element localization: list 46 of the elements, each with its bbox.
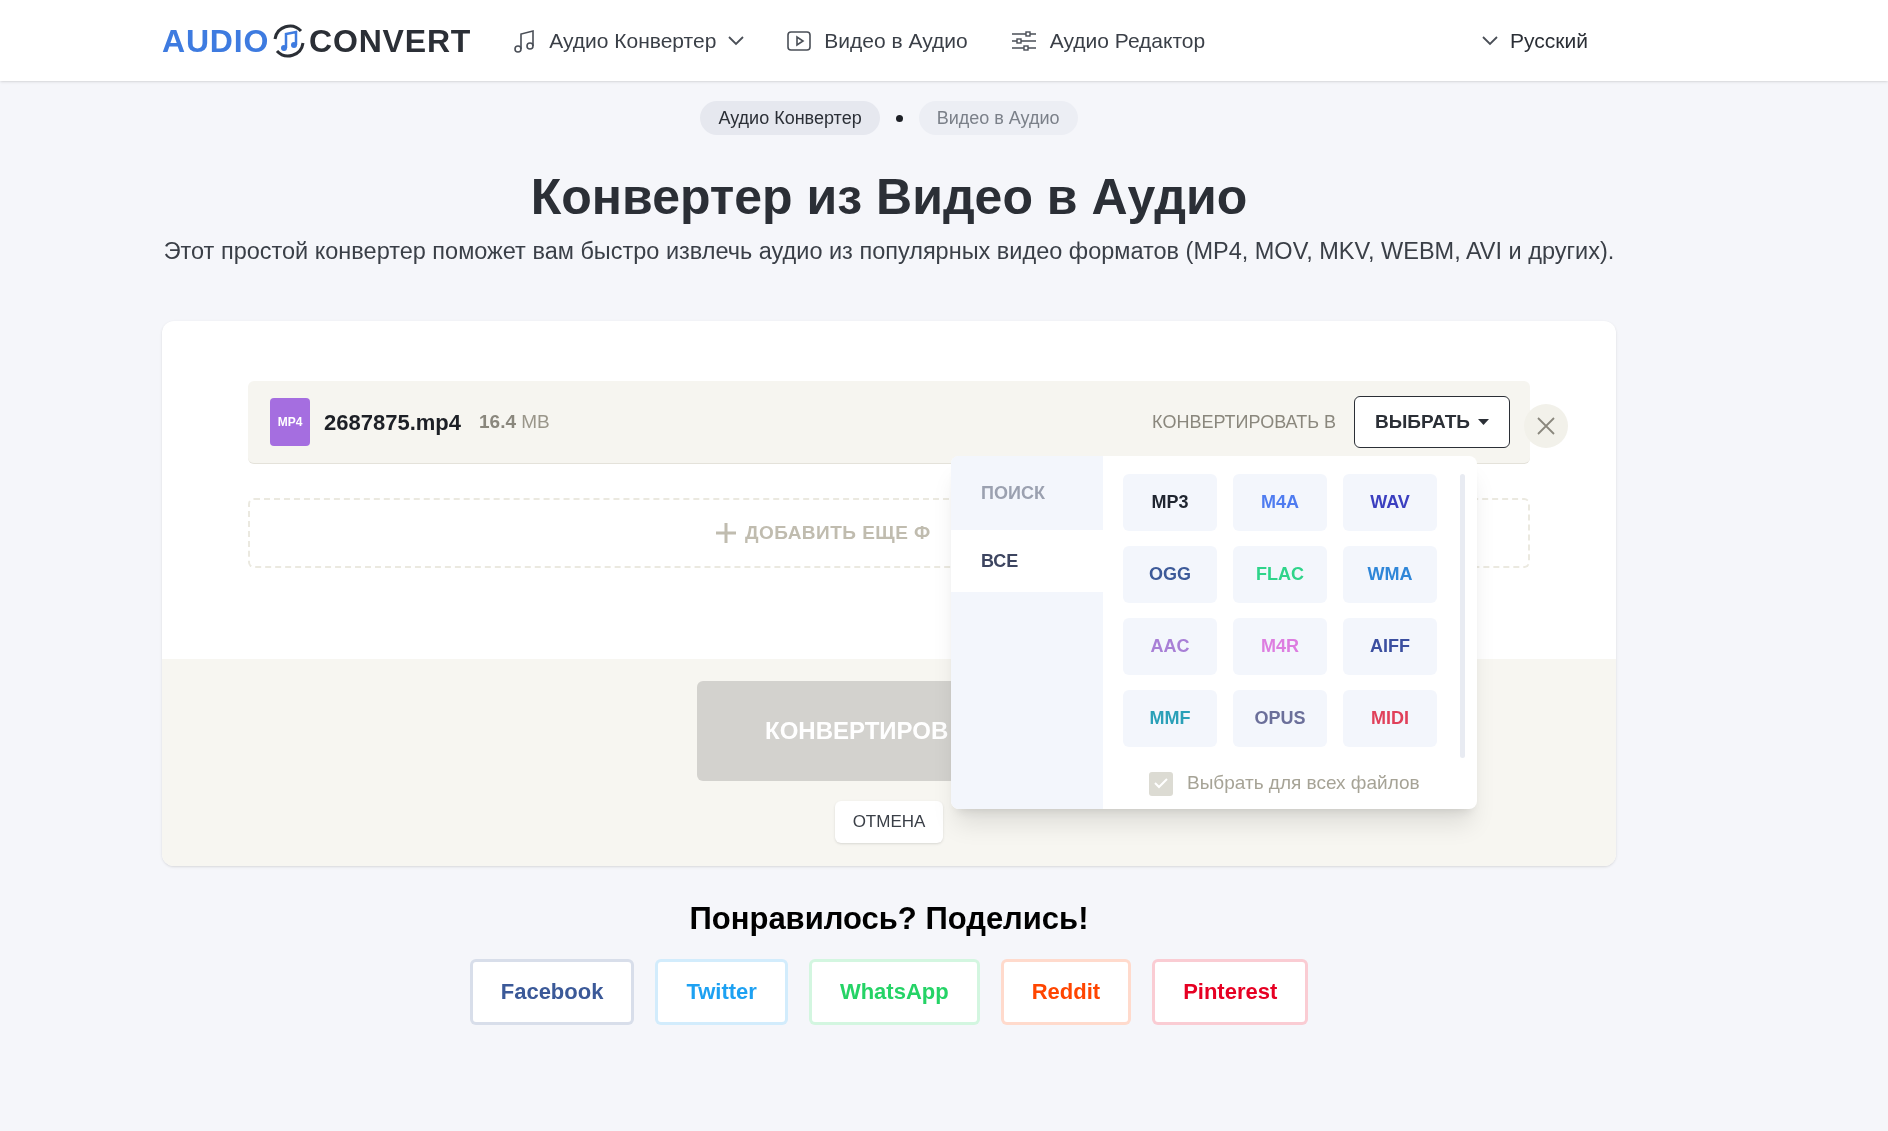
format-option[interactable]: MMF: [1123, 690, 1217, 747]
close-icon: [1537, 417, 1555, 435]
nav-link[interactable]: Аудио Конвертер: [511, 24, 745, 57]
language-selector[interactable]: Русский: [1482, 24, 1588, 57]
checkbox[interactable]: [1149, 771, 1173, 796]
checkmark-icon: [1154, 778, 1168, 789]
chevron-down-icon: [1482, 35, 1499, 46]
file-size: 16.4 MB: [479, 409, 550, 434]
file-name: 2687875.mp4: [324, 408, 461, 437]
close-button[interactable]: [1524, 404, 1568, 448]
format-option[interactable]: WMA: [1343, 546, 1437, 603]
format-select-button[interactable]: ВЫБРАТЬ: [1353, 396, 1510, 448]
logo-text[interactable]: AUDIO: [162, 16, 270, 65]
breadcrumb-separator: [895, 114, 903, 122]
share-button[interactable]: Pinterest: [1152, 958, 1309, 1025]
nav-link[interactable]: Аудио Редактор: [1009, 24, 1206, 57]
format-option[interactable]: WAV: [1343, 474, 1437, 531]
breadcrumb-link[interactable]: Видео в Аудио: [918, 101, 1078, 135]
format-option[interactable]: AAC: [1123, 618, 1217, 675]
share-button[interactable]: Reddit: [1000, 958, 1132, 1025]
format-option[interactable]: AIFF: [1343, 618, 1437, 675]
play-icon: [786, 28, 813, 53]
convert-to-label: КОНВЕРТИРОВАТЬ В: [1152, 410, 1336, 434]
cancel-button[interactable]: ОТМЕНА: [834, 801, 944, 843]
page-title: Конвертер из Видео в Аудио: [530, 168, 1248, 227]
format-option[interactable]: MIDI: [1343, 690, 1437, 747]
chevron-down-icon: [728, 35, 745, 46]
share-button[interactable]: Twitter: [655, 958, 788, 1025]
share-heading: Понравилось? Поделись!: [689, 900, 1089, 938]
format-option[interactable]: OPUS: [1233, 690, 1327, 747]
category-tab[interactable]: ВСЕ: [951, 530, 1103, 592]
file-type-icon: MP4: [270, 398, 310, 446]
sliders-icon: [1009, 28, 1038, 53]
format-option[interactable]: MP3: [1123, 474, 1217, 531]
breadcrumb-link[interactable]: Аудио Конвертер: [700, 101, 880, 135]
format-option[interactable]: M4R: [1233, 618, 1327, 675]
nav-link[interactable]: Видео в Аудио: [786, 24, 968, 57]
share-button[interactable]: Facebook: [469, 958, 635, 1025]
page-description: Этот простой конвертер поможет вам быстро извлечь аудио из популярных видео форматов (MP4, MOV, MKV, WEBM, AVI и других).: [162, 237, 1616, 266]
apply-all-checkbox-row[interactable]: Выбрать для всех файлов: [1103, 758, 1477, 809]
caret-icon: [1478, 419, 1489, 425]
logo-text[interactable]: CONVERT: [309, 16, 472, 65]
add-more-label: ДОБАВИТЬ ЕЩЕ Ф: [745, 520, 931, 545]
plus-icon: [715, 522, 737, 544]
format-option[interactable]: OGG: [1123, 546, 1217, 603]
format-option[interactable]: M4A: [1233, 474, 1327, 531]
